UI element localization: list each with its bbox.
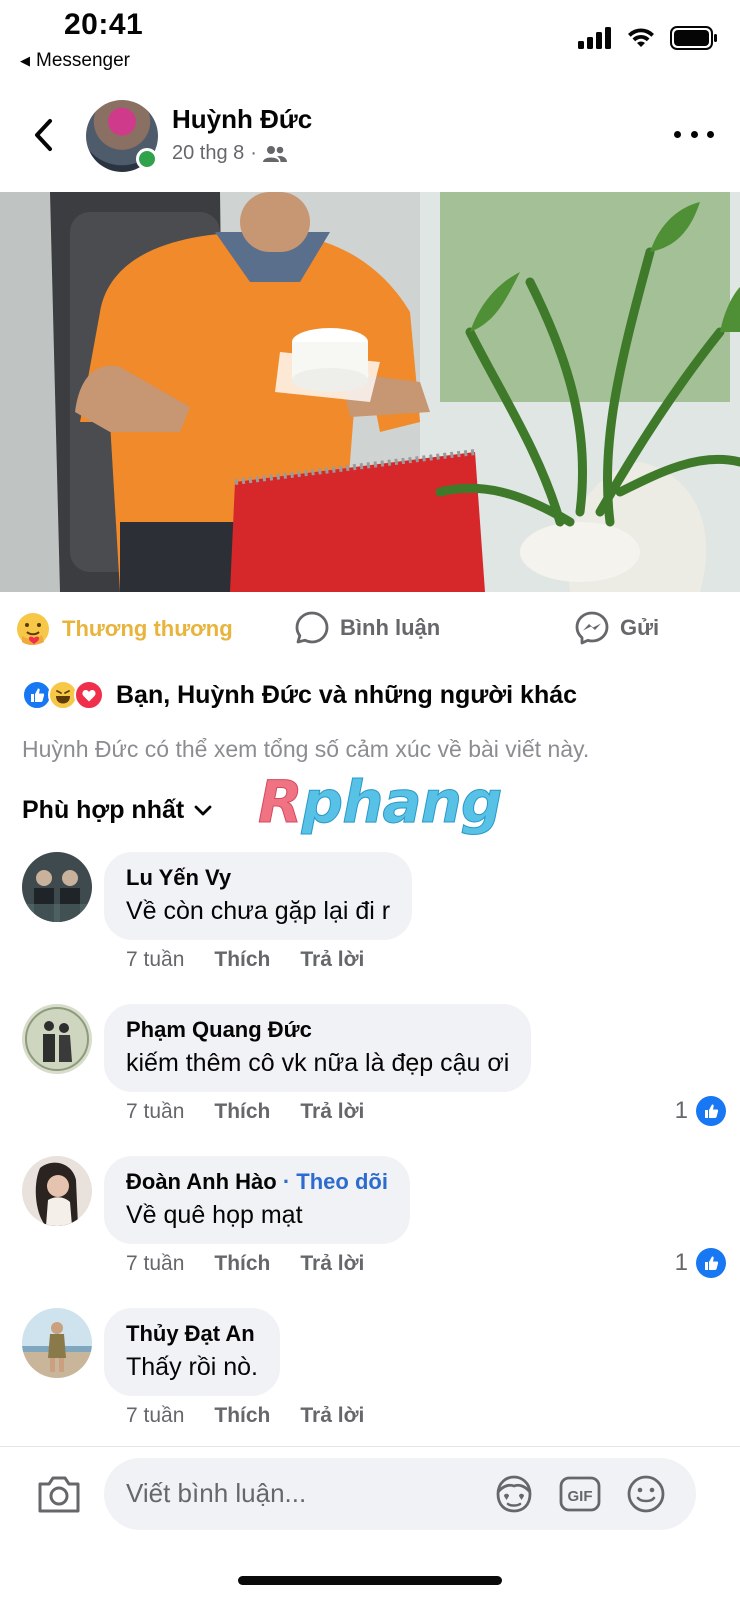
care-label: Thương thương — [62, 616, 233, 641]
reply-comment-button[interactable]: Trả lời — [300, 1100, 364, 1124]
comment-bubble-icon — [295, 611, 329, 644]
commenter-avatar[interactable] — [22, 1004, 92, 1074]
back-to-app-link[interactable]: ◀ Messenger — [20, 50, 130, 72]
comment-composer: GIF — [104, 1458, 696, 1530]
back-button[interactable] — [26, 112, 60, 158]
signal-icon — [578, 27, 611, 49]
gif-button[interactable]: GIF — [558, 1472, 602, 1516]
more-options-button[interactable] — [674, 122, 714, 146]
gif-text: GIF — [568, 1488, 593, 1505]
comment-time[interactable]: 7 tuần — [126, 948, 184, 972]
comment-meta: 7 tuần Thích Trả lời — [126, 1100, 364, 1124]
messenger-icon — [575, 611, 609, 645]
watermark-part-a: R — [258, 768, 304, 837]
comment-label: Bình luận — [340, 615, 441, 640]
commenter-name[interactable]: Lu Yến Vy — [126, 865, 390, 891]
sort-label: Phù hợp nhất — [22, 796, 185, 824]
camera-icon — [38, 1476, 80, 1513]
follow-link[interactable]: · Theo dõi — [277, 1169, 388, 1194]
send-button[interactable]: Gửi — [574, 610, 659, 646]
comment-meta: 7 tuần Thích Trả lời — [126, 948, 364, 972]
comment-button[interactable]: Bình luận — [294, 610, 740, 646]
camera-button[interactable] — [36, 1472, 82, 1516]
dot-icon — [690, 130, 698, 138]
avatar-sticker-button[interactable] — [492, 1472, 536, 1516]
post-action-bar: Thương thương Bình luận Gửi — [0, 600, 740, 660]
send-label: Gửi — [620, 615, 660, 640]
watermark-logo: Rphang — [258, 768, 503, 837]
comment-input[interactable] — [126, 1478, 486, 1509]
like-badge-icon — [696, 1096, 726, 1126]
comment-meta: 7 tuần Thích Trả lời — [126, 1404, 364, 1428]
like-count: 1 — [674, 1249, 688, 1276]
like-count: 1 — [674, 1097, 688, 1124]
like-comment-button[interactable]: Thích — [214, 1100, 270, 1124]
comment-meta: 7 tuần Thích Trả lời — [126, 1252, 364, 1276]
comment-bubble[interactable]: Lu Yến Vy Về còn chưa gặp lại đi r — [104, 852, 413, 940]
post-meta: 20 thg 8 · — [172, 142, 287, 165]
status-bar: 20:41 ◀ Messenger — [0, 0, 740, 80]
like-comment-button[interactable]: Thích — [214, 1404, 270, 1428]
status-icons — [578, 26, 718, 50]
comment-text: Thấy rồi nò. — [126, 1353, 259, 1381]
comment-bubble[interactable]: Đoàn Anh Hào · Theo dõi Về quê họp mạt — [104, 1156, 410, 1244]
reply-comment-button[interactable]: Trả lời — [300, 948, 364, 972]
comment-bubble[interactable]: Phạm Quang Đức kiếm thêm cô vk nữa là đẹ… — [104, 1004, 532, 1092]
chevron-down-icon — [194, 805, 212, 815]
like-comment-button[interactable]: Thích — [214, 1252, 270, 1276]
dot-icon — [707, 130, 714, 138]
dot-icon — [674, 130, 681, 138]
reactions-privacy-note: Huỳnh Đức có thể xem tổng số cảm xúc về … — [22, 736, 590, 762]
wifi-icon — [628, 28, 654, 47]
commenter-name[interactable]: Phạm Quang Đức — [126, 1017, 509, 1043]
commenter-name[interactable]: Đoàn Anh Hào · Theo dõi — [126, 1169, 388, 1195]
back-triangle-icon: ◀ — [20, 53, 30, 68]
chevron-left-icon — [35, 119, 52, 151]
reply-comment-button[interactable]: Trả lời — [300, 1252, 364, 1276]
care-emoji-icon — [17, 613, 49, 645]
care-reaction-button[interactable]: Thương thương — [14, 610, 233, 648]
comment-sort-dropdown[interactable]: Phù hợp nhất — [22, 796, 212, 825]
comment-text: kiếm thêm cô vk nữa là đẹp cậu ơi — [126, 1049, 510, 1077]
commenter-avatar[interactable] — [22, 1156, 92, 1226]
emoji-icon — [627, 1475, 665, 1513]
post-header: Huỳnh Đức 20 thg 8 · — [0, 92, 740, 192]
emoji-button[interactable] — [624, 1472, 668, 1516]
comment-time[interactable]: 7 tuần — [126, 1100, 184, 1124]
like-badge-icon — [696, 1248, 726, 1278]
online-status-dot — [136, 148, 158, 170]
comment-text: Về quê họp mạt — [126, 1201, 303, 1229]
love-reaction-icon — [74, 680, 104, 710]
post-date[interactable]: 20 thg 8 — [172, 142, 244, 165]
comment-text: Về còn chưa gặp lại đi r — [126, 897, 391, 925]
author-name[interactable]: Huỳnh Đức — [172, 104, 312, 135]
friends-icon — [262, 145, 287, 162]
comment-time[interactable]: 7 tuần — [126, 1404, 184, 1428]
reply-comment-button[interactable]: Trả lời — [300, 1404, 364, 1428]
composer-divider — [0, 1446, 740, 1447]
like-comment-button[interactable]: Thích — [214, 948, 270, 972]
comment-like-count[interactable]: 1 — [675, 1096, 726, 1126]
reaction-icons — [22, 680, 104, 710]
comment-like-count[interactable]: 1 — [675, 1248, 726, 1278]
post-photo[interactable] — [0, 192, 740, 592]
commenter-avatar[interactable] — [22, 1308, 92, 1378]
comment-time[interactable]: 7 tuần — [126, 1252, 184, 1276]
photo-illustration — [0, 192, 740, 592]
watermark-part-b: phang — [301, 768, 503, 837]
gif-icon: GIF — [559, 1476, 601, 1512]
commenter-avatar[interactable] — [22, 852, 92, 922]
avatar-sticker-icon — [496, 1475, 532, 1513]
commenter-name[interactable]: Thủy Đạt An — [126, 1321, 258, 1347]
reactions-summary-text: Bạn, Huỳnh Đức và những người khác — [116, 680, 578, 709]
reactions-summary[interactable]: Bạn, Huỳnh Đức và những người khác — [22, 680, 577, 710]
back-app-label: Messenger — [36, 50, 130, 71]
home-indicator[interactable] — [238, 1576, 502, 1585]
meta-separator: · — [250, 142, 257, 164]
battery-icon — [670, 26, 717, 50]
comment-bubble[interactable]: Thủy Đạt An Thấy rồi nò. — [104, 1308, 281, 1396]
status-time: 20:41 — [64, 8, 144, 41]
